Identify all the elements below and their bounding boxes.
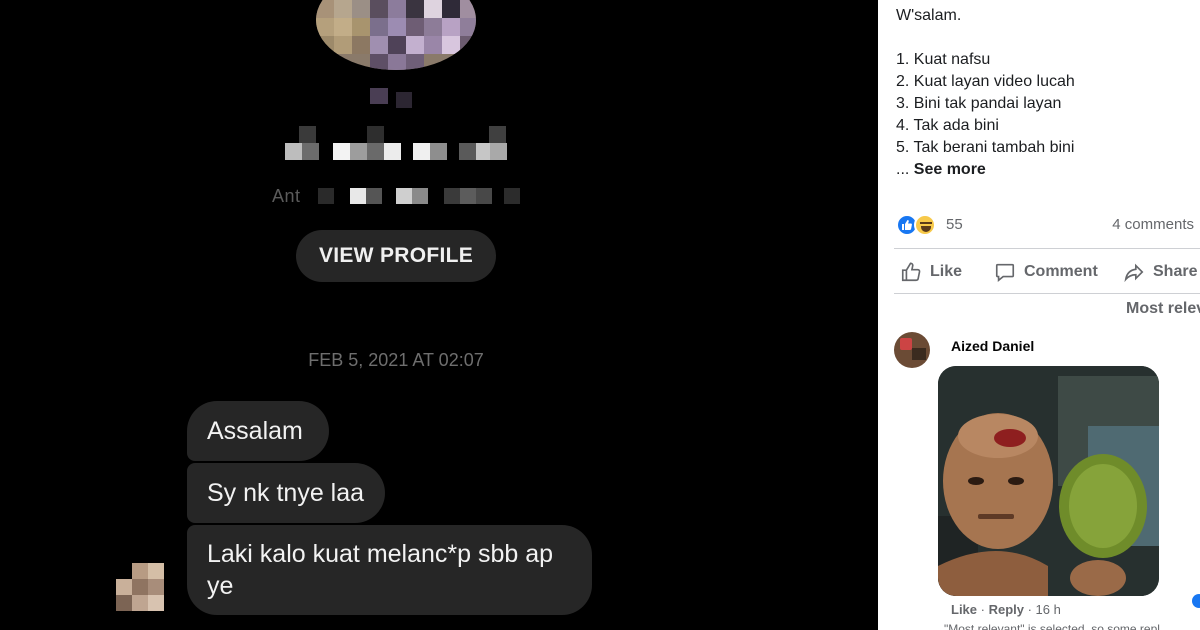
comment-label: Comment bbox=[1024, 263, 1098, 280]
divider bbox=[894, 293, 1200, 294]
reaction-badge-icon bbox=[1192, 594, 1200, 608]
haha-reaction-icon bbox=[914, 214, 936, 236]
post-actions-bar: Like Comment Share bbox=[900, 256, 1200, 288]
sort-notice: "Most relevant" is selected, so some rep… bbox=[944, 622, 1160, 630]
commenter-name[interactable]: Aized Daniel bbox=[951, 338, 1034, 354]
comment-meta: Like · Reply · 16 h bbox=[951, 602, 1061, 617]
post-line: 1. Kuat nafsu bbox=[896, 51, 991, 68]
pixel-fragment bbox=[396, 92, 412, 108]
comment-button[interactable]: Comment bbox=[994, 256, 1098, 288]
thumbs-up-icon bbox=[901, 262, 921, 282]
post-line: 2. Kuat layan video lucah bbox=[896, 73, 1075, 90]
share-label: Share bbox=[1153, 263, 1198, 280]
reactions-summary[interactable]: 55 4 comments bbox=[896, 212, 1200, 238]
post-body: W'salam. 1. Kuat nafsu 2. Kuat layan vid… bbox=[896, 5, 1075, 181]
message-bubble: Assalam bbox=[187, 401, 329, 461]
view-profile-button[interactable]: VIEW PROFILE bbox=[296, 230, 496, 282]
share-button[interactable]: Share bbox=[1123, 256, 1197, 288]
post-line: W'salam. bbox=[896, 7, 962, 24]
reaction-count[interactable]: 55 bbox=[946, 216, 963, 233]
pixel-fragment bbox=[370, 88, 388, 104]
message-bubble: Laki kalo kuat melanc*p sbb ap ye bbox=[187, 525, 592, 615]
facebook-post-panel: W'salam. 1. Kuat nafsu 2. Kuat layan vid… bbox=[878, 0, 1200, 630]
post-line: 5. Tak berani tambah bini bbox=[896, 139, 1075, 156]
pixelated-subtitle: Ant bbox=[272, 186, 522, 206]
chat-screenshot: Ant VIEW PROFILE FEB 5, 2021 AT 02:07 As… bbox=[0, 0, 878, 630]
pixelated-sender-avatar bbox=[116, 563, 164, 611]
commenter-avatar[interactable] bbox=[894, 332, 930, 368]
comment-like-link[interactable]: Like bbox=[951, 602, 977, 617]
share-icon bbox=[1124, 263, 1144, 283]
message-timestamp: FEB 5, 2021 AT 02:07 bbox=[308, 350, 484, 370]
see-more-line: ... See more bbox=[896, 159, 1075, 181]
comments-count-link[interactable]: 4 comments bbox=[1112, 216, 1194, 233]
divider bbox=[894, 248, 1200, 249]
comment-sort-dropdown[interactable]: Most relev bbox=[1126, 300, 1200, 318]
comment-photo[interactable] bbox=[938, 366, 1159, 596]
reaction-icons bbox=[896, 214, 940, 236]
pixelated-username bbox=[285, 126, 507, 162]
post-line bbox=[896, 27, 1075, 49]
like-label: Like bbox=[930, 263, 963, 280]
post-line: 3. Bini tak pandai layan bbox=[896, 95, 1062, 112]
comment-time[interactable]: 16 h bbox=[1036, 602, 1061, 617]
comment-reply-link[interactable]: Reply bbox=[989, 602, 1024, 617]
message-bubble: Sy nk tnye laa bbox=[187, 463, 385, 523]
comment-icon bbox=[995, 263, 1015, 282]
see-more-prefix: ... bbox=[896, 161, 914, 178]
see-more-link[interactable]: See more bbox=[914, 161, 986, 178]
meta-separator: · bbox=[977, 602, 989, 617]
meta-separator: · bbox=[1023, 602, 1036, 617]
post-line: 4. Tak ada bini bbox=[896, 117, 999, 134]
like-button[interactable]: Like bbox=[900, 256, 962, 288]
pixelated-profile-photo bbox=[316, 0, 476, 70]
subtitle-partial-text: Ant bbox=[272, 186, 301, 206]
